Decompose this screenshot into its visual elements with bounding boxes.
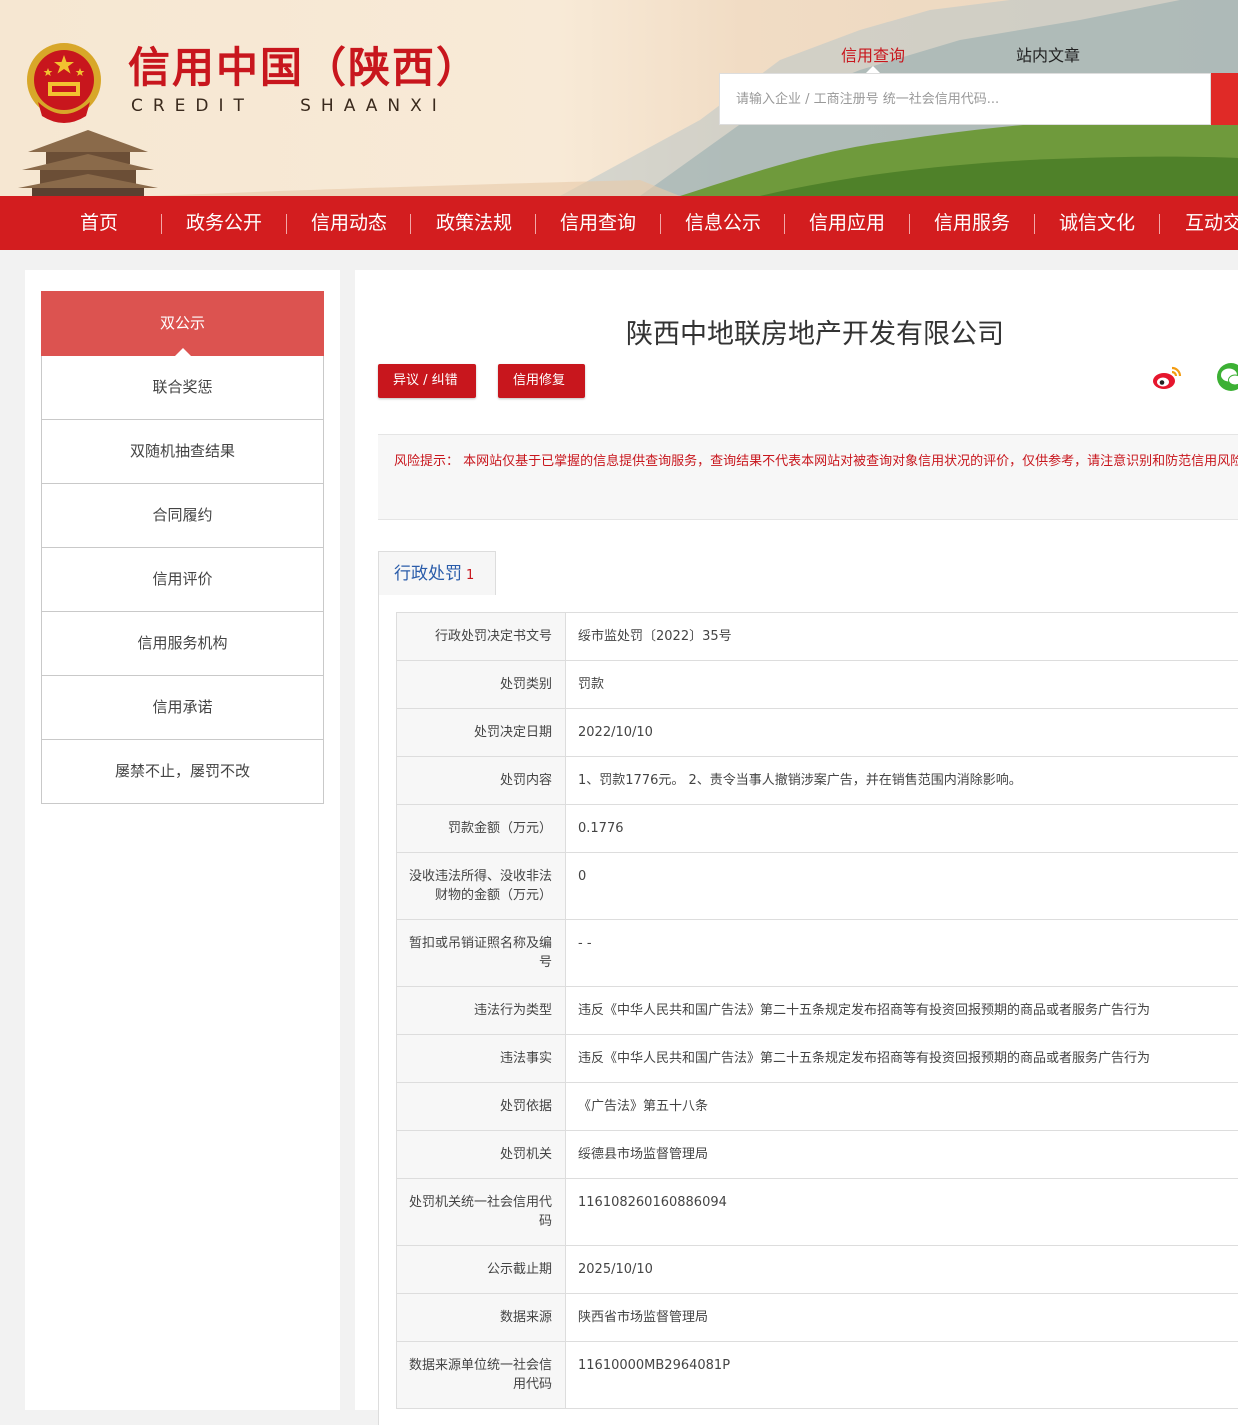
sidebar: 双公示 联合奖惩 双随机抽查结果 合同履约 信用评价 信用服务机构 信用承诺 屡… <box>25 270 340 1410</box>
search-tab-site-articles[interactable]: 站内文章 <box>1016 42 1080 66</box>
national-emblem-logo <box>24 40 104 124</box>
record-tabs: 行政处罚 1 <box>378 549 1238 596</box>
field-value: 0.1776 <box>566 805 1238 853</box>
field-label: 处罚依据 <box>397 1083 566 1131</box>
sidebar-item-double-publicity[interactable]: 双公示 <box>41 291 324 356</box>
field-label: 处罚机关 <box>397 1131 566 1179</box>
field-label: 数据来源 <box>397 1294 566 1342</box>
field-value: 绥市监处罚〔2022〕35号 <box>566 613 1238 661</box>
credit-repair-button[interactable]: 信用修复 <box>498 364 585 398</box>
nav-item-government-affairs[interactable]: 政务公开 <box>186 196 262 250</box>
table-row: 数据来源单位统一社会信用代码 11610000MB2964081P <box>397 1342 1238 1409</box>
nav-item-policies[interactable]: 政策法规 <box>436 196 512 250</box>
nav-item-integrity-culture[interactable]: 诚信文化 <box>1059 196 1135 250</box>
table-row: 没收违法所得、没收非法财物的金额（万元） 0 <box>397 853 1238 920</box>
penalty-detail-panel: 行政处罚决定书文号 绥市监处罚〔2022〕35号 处罚类别 罚款 处罚决定日期 … <box>378 595 1238 1425</box>
field-label: 违法行为类型 <box>397 987 566 1035</box>
page-title: 陕西中地联房地产开发有限公司 <box>355 312 1238 351</box>
nav-item-credit-application[interactable]: 信用应用 <box>809 196 885 250</box>
table-row: 处罚决定日期 2022/10/10 <box>397 709 1238 757</box>
table-row: 处罚机关统一社会信用代码 116108260160886094 <box>397 1179 1238 1246</box>
field-label: 公示截止期 <box>397 1246 566 1294</box>
main-content: 陕西中地联房地产开发有限公司 异议 / 纠错 信用修复 风险提示： 本网站仅基于… <box>355 270 1238 1410</box>
table-row: 违法行为类型 违反《中华人民共和国广告法》第二十五条规定发布招商等有投资回报预期… <box>397 987 1238 1035</box>
search-button[interactable] <box>1211 73 1238 125</box>
active-tab-caret <box>866 66 880 73</box>
table-row: 违法事实 违反《中华人民共和国广告法》第二十五条规定发布招商等有投资回报预期的商… <box>397 1035 1238 1083</box>
table-row: 罚款金额（万元） 0.1776 <box>397 805 1238 853</box>
nav-item-credit-query[interactable]: 信用查询 <box>560 196 636 250</box>
field-value: 违反《中华人民共和国广告法》第二十五条规定发布招商等有投资回报预期的商品或者服务… <box>566 987 1238 1035</box>
search-tab-credit-query[interactable]: 信用查询 <box>841 42 905 66</box>
sidebar-item-credit-service-agencies[interactable]: 信用服务机构 <box>41 612 324 676</box>
field-value: 绥德县市场监督管理局 <box>566 1131 1238 1179</box>
nav-separator <box>410 214 411 234</box>
tab-count-badge: 1 <box>466 568 474 583</box>
pagoda-illustration <box>18 122 158 196</box>
sidebar-item-random-inspection[interactable]: 双随机抽查结果 <box>41 420 324 484</box>
field-value: - - <box>566 920 1238 987</box>
weibo-share-icon[interactable] <box>1152 365 1182 391</box>
field-label: 处罚决定日期 <box>397 709 566 757</box>
field-value: 1、罚款1776元。 2、责令当事人撤销涉案广告，并在销售范围内消除影响。 <box>566 757 1238 805</box>
main-nav: 首页 政务公开 信用动态 政策法规 信用查询 信息公示 信用应用 信用服务 诚信… <box>0 196 1238 250</box>
field-label: 行政处罚决定书文号 <box>397 613 566 661</box>
nav-separator <box>161 214 162 234</box>
field-label: 没收违法所得、没收非法财物的金额（万元） <box>397 853 566 920</box>
search-input[interactable] <box>719 73 1211 125</box>
sidebar-item-credit-evaluation[interactable]: 信用评价 <box>41 548 324 612</box>
sidebar-item-repeat-offenders[interactable]: 屡禁不止，屡罚不改 <box>41 740 324 804</box>
field-label: 处罚类别 <box>397 661 566 709</box>
wechat-share-icon[interactable] <box>1216 362 1238 392</box>
sidebar-menu: 双公示 联合奖惩 双随机抽查结果 合同履约 信用评价 信用服务机构 信用承诺 屡… <box>41 291 324 804</box>
nav-item-credit-news[interactable]: 信用动态 <box>311 196 387 250</box>
table-row: 公示截止期 2025/10/10 <box>397 1246 1238 1294</box>
field-value: 11610000MB2964081P <box>566 1342 1238 1409</box>
table-row: 处罚类别 罚款 <box>397 661 1238 709</box>
field-label: 罚款金额（万元） <box>397 805 566 853</box>
nav-item-credit-services[interactable]: 信用服务 <box>934 196 1010 250</box>
table-row: 暂扣或吊销证照名称及编号 - - <box>397 920 1238 987</box>
nav-item-info-disclosure[interactable]: 信息公示 <box>685 196 761 250</box>
field-value: 罚款 <box>566 661 1238 709</box>
penalty-detail-table: 行政处罚决定书文号 绥市监处罚〔2022〕35号 处罚类别 罚款 处罚决定日期 … <box>396 612 1238 1409</box>
site-logo-subtitle: CREDIT SHAANXI <box>131 96 447 116</box>
risk-notice: 风险提示： 本网站仅基于已掌握的信息提供查询服务，查询结果不代表本网站对被查询对… <box>378 434 1238 520</box>
nav-item-interaction[interactable]: 互动交 <box>1185 196 1238 250</box>
table-row: 行政处罚决定书文号 绥市监处罚〔2022〕35号 <box>397 613 1238 661</box>
field-value: 0 <box>566 853 1238 920</box>
table-row: 处罚内容 1、罚款1776元。 2、责令当事人撤销涉案广告，并在销售范围内消除影… <box>397 757 1238 805</box>
table-row: 处罚机关 绥德县市场监督管理局 <box>397 1131 1238 1179</box>
table-row: 数据来源 陕西省市场监督管理局 <box>397 1294 1238 1342</box>
field-value: 116108260160886094 <box>566 1179 1238 1246</box>
field-value: 违反《中华人民共和国广告法》第二十五条规定发布招商等有投资回报预期的商品或者服务… <box>566 1035 1238 1083</box>
field-label: 暂扣或吊销证照名称及编号 <box>397 920 566 987</box>
nav-item-home[interactable]: 首页 <box>80 196 118 250</box>
field-label: 数据来源单位统一社会信用代码 <box>397 1342 566 1409</box>
tab-label: 行政处罚 <box>394 564 462 584</box>
nav-separator <box>784 214 785 234</box>
nav-separator <box>1034 214 1035 234</box>
table-row: 处罚依据 《广告法》第五十八条 <box>397 1083 1238 1131</box>
tab-administrative-penalty[interactable]: 行政处罚 1 <box>378 551 496 595</box>
objection-correction-button[interactable]: 异议 / 纠错 <box>378 364 476 398</box>
field-value: 陕西省市场监督管理局 <box>566 1294 1238 1342</box>
sidebar-item-contract-performance[interactable]: 合同履约 <box>41 484 324 548</box>
site-logo-title: 信用中国（陕西） <box>128 40 480 96</box>
nav-separator <box>286 214 287 234</box>
field-label: 违法事实 <box>397 1035 566 1083</box>
site-header: 信用中国（陕西） CREDIT SHAANXI 信用查询 站内文章 <box>0 0 1238 196</box>
nav-separator <box>535 214 536 234</box>
field-value: 《广告法》第五十八条 <box>566 1083 1238 1131</box>
field-value: 2022/10/10 <box>566 709 1238 757</box>
nav-separator <box>909 214 910 234</box>
field-value: 2025/10/10 <box>566 1246 1238 1294</box>
field-label: 处罚机关统一社会信用代码 <box>397 1179 566 1246</box>
nav-separator <box>660 214 661 234</box>
nav-separator <box>1159 214 1160 234</box>
field-label: 处罚内容 <box>397 757 566 805</box>
sidebar-item-credit-commitment[interactable]: 信用承诺 <box>41 676 324 740</box>
sidebar-item-joint-rewards-punishments[interactable]: 联合奖惩 <box>41 356 324 420</box>
